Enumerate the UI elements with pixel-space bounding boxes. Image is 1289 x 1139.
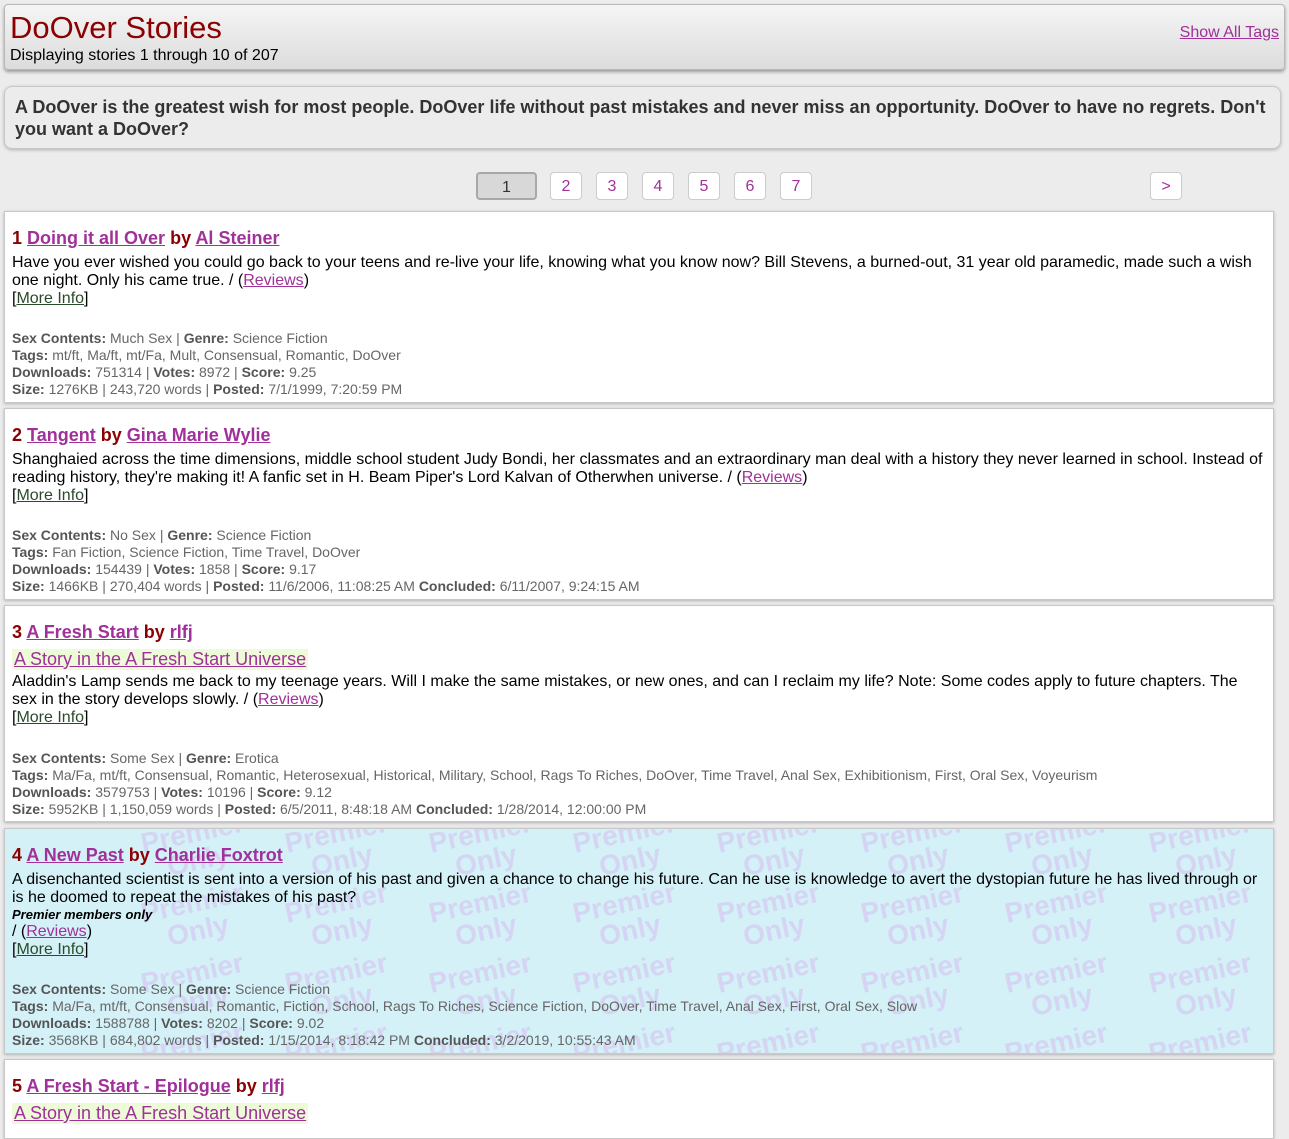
reviews-line: / (Reviews) [12, 923, 93, 940]
story-heading: 1 Doing it all Over by Al Steiner [12, 228, 279, 249]
story-description: Aladdin's Lamp sends me back to my teena… [12, 673, 1238, 708]
page-button-4[interactable]: 4 [642, 172, 674, 200]
story-number: 1 [12, 228, 23, 248]
reviews-link[interactable]: Reviews [742, 469, 802, 486]
by-label: by [128, 845, 150, 865]
story-card: 5 A Fresh Start - Epilogue by rlfj A Sto… [4, 1059, 1274, 1139]
story-number: 4 [12, 845, 23, 865]
author-link[interactable]: Charlie Foxtrot [155, 845, 283, 865]
more-info: [More Info] [12, 941, 89, 958]
page-button-7[interactable]: 7 [780, 172, 812, 200]
story-title-link[interactable]: A Fresh Start - Epilogue [26, 1076, 230, 1096]
by-label: by [235, 1076, 257, 1096]
premier-watermark-text: PremierOnly [1001, 946, 1111, 1022]
author-link[interactable]: rlfj [262, 1076, 285, 1096]
by-label: by [100, 425, 122, 445]
story-heading: 3 A Fresh Start by rlfj [12, 622, 193, 643]
page-button-6[interactable]: 6 [734, 172, 766, 200]
more-info: [More Info] [12, 487, 89, 504]
story-title-link[interactable]: Doing it all Over [27, 228, 165, 248]
page-button-3[interactable]: 3 [596, 172, 628, 200]
more-info: [More Info] [12, 709, 89, 726]
story-meta: Sex Contents: Much Sex | Genre: Science … [12, 330, 403, 397]
story-number: 5 [12, 1076, 23, 1096]
story-card-premier: Premier Only Premier Only Premier Only Premier… [4, 828, 1274, 1054]
universe-link[interactable]: A Story in the A Fresh Start Universe [12, 649, 309, 670]
by-label: by [143, 622, 165, 642]
page-title: DoOver Stories [10, 10, 222, 45]
story-title-link[interactable]: A New Past [26, 845, 123, 865]
premier-watermark-text: PremierOnly [1001, 1016, 1111, 1053]
premier-watermark-text: PremierOnly [1145, 946, 1255, 1022]
story-title-link[interactable]: A Fresh Start [26, 622, 138, 642]
story-meta: Sex Contents: No Sex | Genre: Science Fi… [12, 527, 640, 594]
intro-text: A DoOver is the greatest wish for most p… [4, 86, 1281, 149]
story-number: 3 [12, 622, 23, 642]
show-all-tags-link[interactable]: Show All Tags [1180, 24, 1279, 42]
story-heading: 4 A New Past by Charlie Foxtrot [12, 845, 283, 866]
by-label: by [170, 228, 192, 248]
premier-label: Premier members only [12, 907, 153, 922]
story-description: Shanghaied across the time dimensions, m… [12, 451, 1263, 486]
story-card: 3 A Fresh Start by rlfj A Story in the A… [4, 605, 1274, 822]
universe-link[interactable]: A Story in the A Fresh Start Universe [12, 1103, 309, 1124]
reviews-link[interactable]: Reviews [26, 923, 86, 940]
story-heading: 5 A Fresh Start - Epilogue by rlfj [12, 1076, 285, 1097]
story-number: 2 [12, 425, 23, 445]
page-button-5[interactable]: 5 [688, 172, 720, 200]
more-info: [More Info] [12, 290, 89, 307]
story-card: 2 Tangent by Gina Marie Wylie Shanghaied… [4, 408, 1274, 600]
reviews-link[interactable]: Reviews [258, 691, 318, 708]
author-link[interactable]: Gina Marie Wylie [127, 425, 271, 445]
author-link[interactable]: Al Steiner [195, 228, 279, 248]
pagination: 1 2 3 4 5 6 7 > [0, 172, 1289, 204]
more-info-link[interactable]: More Info [16, 290, 84, 307]
story-heading: 2 Tangent by Gina Marie Wylie [12, 425, 270, 446]
page-button-current[interactable]: 1 [476, 172, 537, 200]
author-link[interactable]: rlfj [170, 622, 193, 642]
more-info-link[interactable]: More Info [16, 487, 84, 504]
story-title-link[interactable]: Tangent [27, 425, 96, 445]
story-description: A disenchanted scientist is sent into a … [12, 871, 1258, 906]
premier-watermark-text: PremierOnly [1145, 1016, 1255, 1053]
more-info-link[interactable]: More Info [16, 709, 84, 726]
next-page-button[interactable]: > [1150, 172, 1182, 200]
story-meta: Sex Contents: Some Sex | Genre: Erotica … [12, 750, 1098, 817]
page-button-2[interactable]: 2 [550, 172, 582, 200]
story-card: 1 Doing it all Over by Al Steiner Have y… [4, 211, 1274, 403]
page-header: DoOver Stories Displaying stories 1 thro… [4, 4, 1285, 70]
story-meta: Sex Contents: Some Sex | Genre: Science … [12, 981, 918, 1048]
story-description: Have you ever wished you could go back t… [12, 254, 1252, 289]
page-subtitle: Displaying stories 1 through 10 of 207 [10, 47, 279, 64]
more-info-link[interactable]: More Info [16, 941, 84, 958]
reviews-link[interactable]: Reviews [243, 272, 303, 289]
